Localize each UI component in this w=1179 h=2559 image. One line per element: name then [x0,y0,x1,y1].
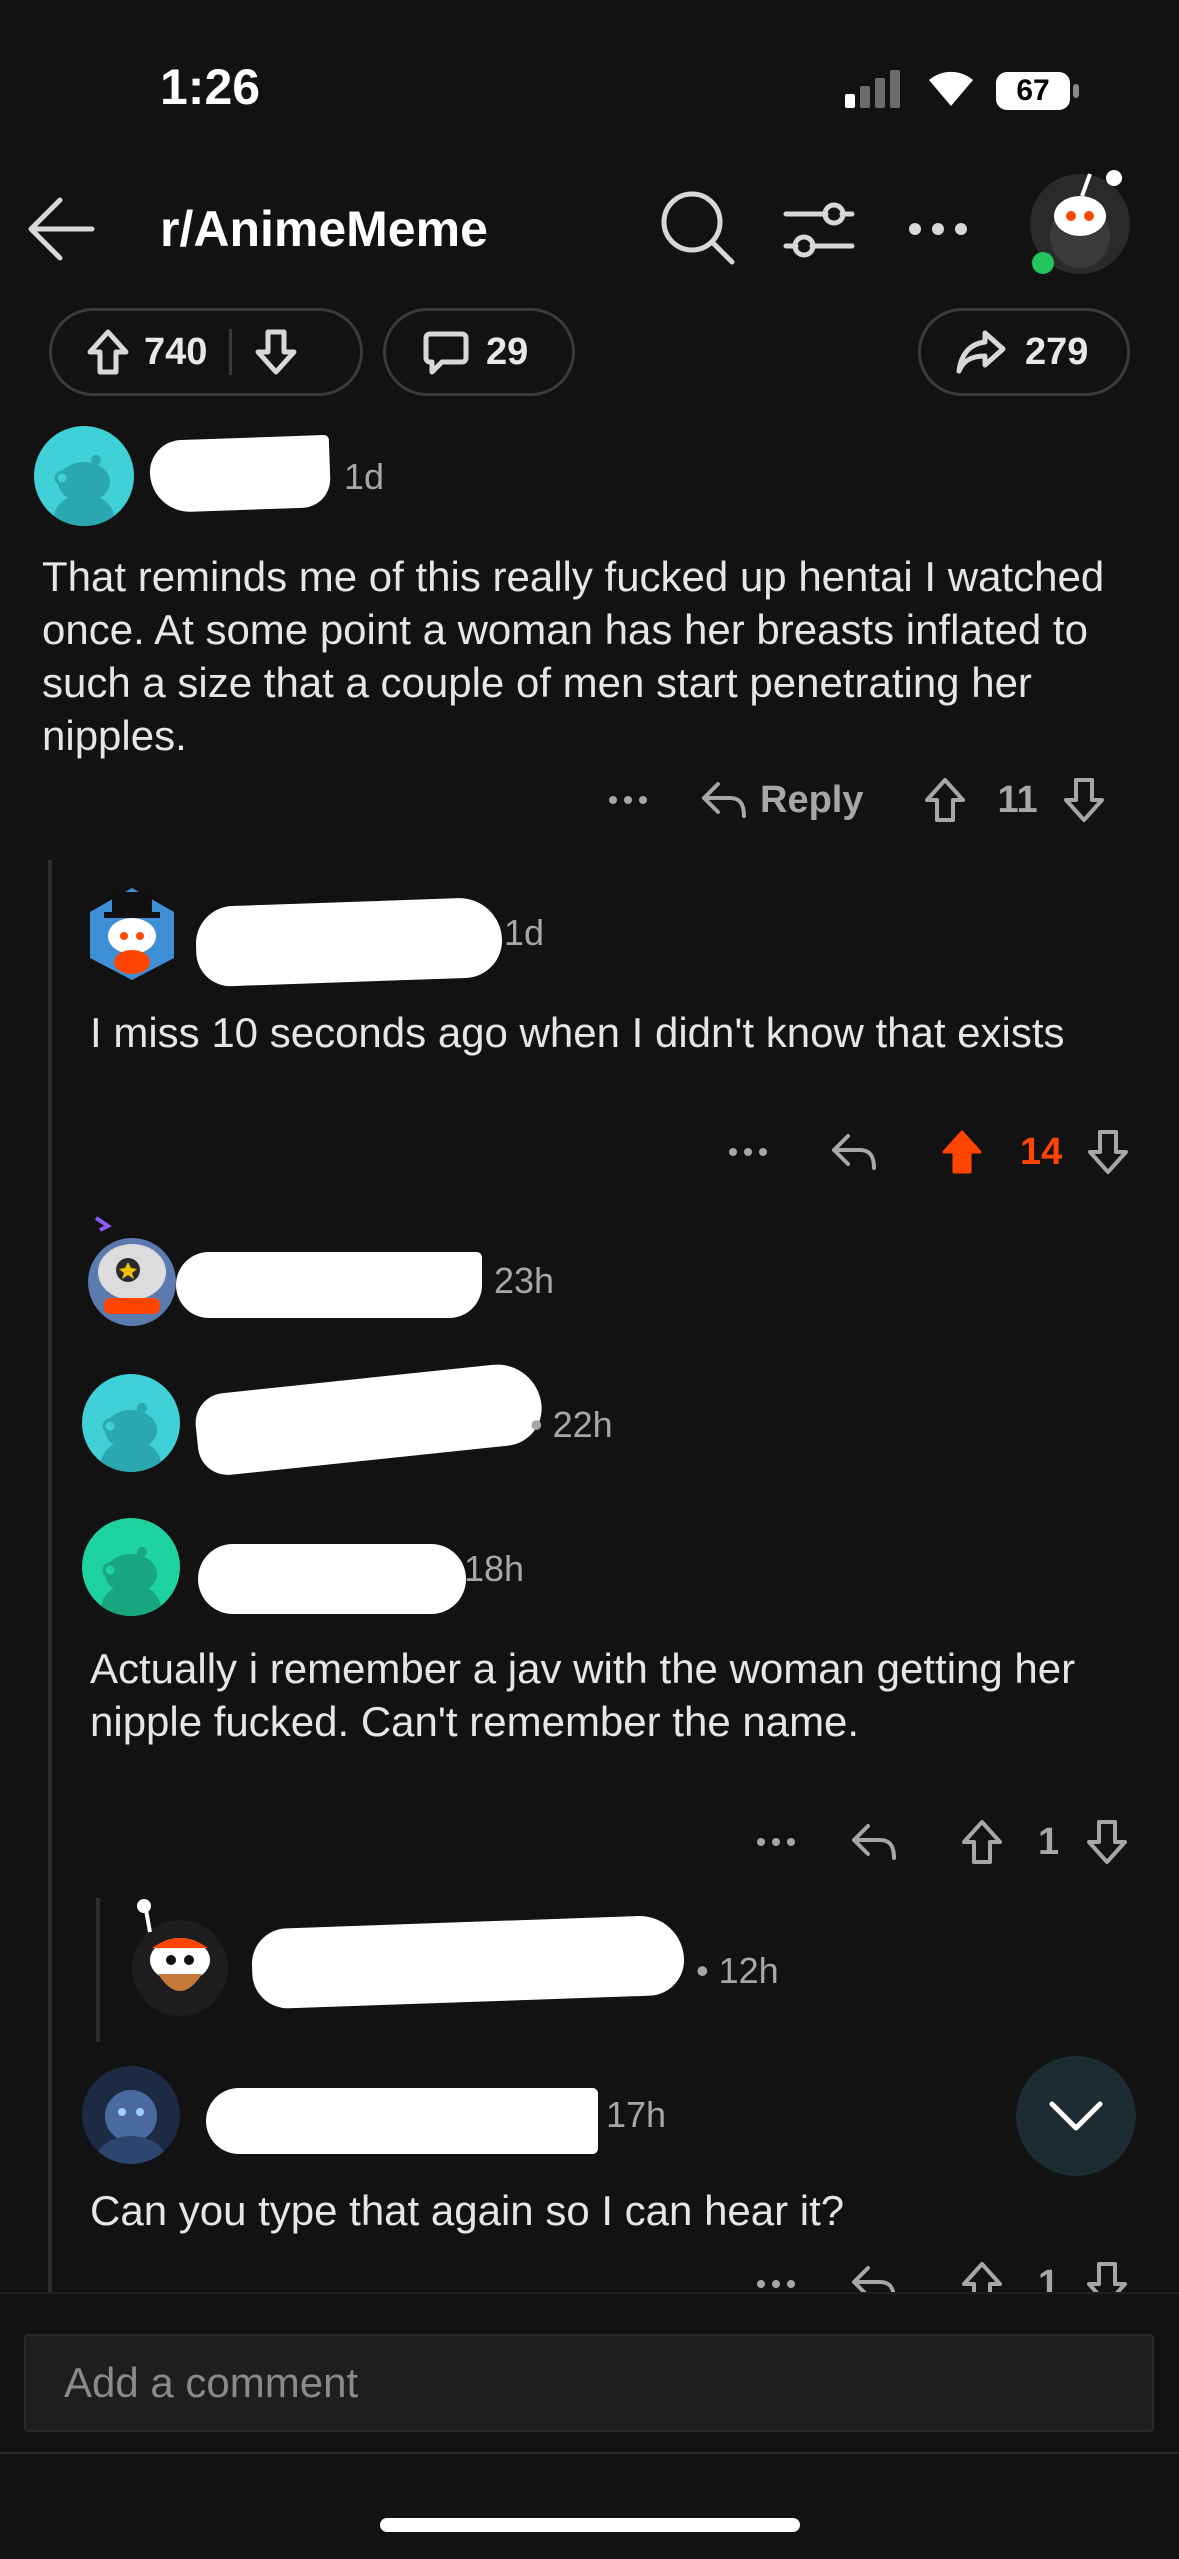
back-button[interactable] [26,196,96,262]
share-button[interactable]: 279 [918,308,1130,396]
redacted-username [250,1914,686,2010]
share-icon [955,329,1007,375]
home-indicator[interactable] [380,2518,800,2532]
thread-line [96,1898,100,2042]
comment-author-avatar[interactable] [130,1898,230,2018]
post-upvote-count: 740 [144,330,208,373]
comment-body: Actually i remember a jav with the woman… [90,1645,1076,1745]
add-comment-input[interactable] [24,2334,1154,2432]
more-options-icon[interactable] [756,1837,796,1847]
downvote-icon[interactable] [1086,1128,1130,1176]
comment-actions: Reply 11 [608,776,1106,824]
upvote-icon-active[interactable] [938,1128,986,1176]
comment-body: I miss 10 seconds ago when I didn't know… [90,1009,1065,1056]
comment-author-avatar[interactable] [82,870,182,980]
search-icon[interactable] [660,190,736,266]
wifi-icon [925,64,977,108]
vote-pill: 740 [49,308,363,396]
reply-icon[interactable] [850,1822,898,1862]
vote-score: 1 [1038,1820,1060,1863]
upvote-icon[interactable] [960,1818,1004,1866]
redacted-username [148,434,332,514]
downvote-icon[interactable] [254,328,298,376]
comment-age: 1d [504,912,545,953]
comment-age: • 12h [696,1950,779,1991]
thread-line [48,860,52,2292]
upvote-icon[interactable] [923,776,967,824]
comment-author-avatar[interactable] [34,426,134,526]
redacted-username [192,1360,546,1478]
vote-score: 11 [997,778,1038,821]
divider [0,2452,1179,2454]
downvote-icon[interactable] [1062,776,1106,824]
redacted-username [198,1544,466,1614]
comments-button[interactable]: 29 [383,308,575,396]
comment-bubble-icon [422,328,470,376]
more-options-icon[interactable] [728,1147,768,1157]
comment-body: Can you type that again so I can hear it… [90,2187,845,2234]
battery-level: 67 [1016,74,1050,107]
redacted-username [206,2088,598,2154]
comment-age: • 22h [530,1404,613,1445]
online-status-dot [1032,252,1054,274]
reply-button[interactable]: Reply [760,779,863,822]
redacted-username [194,896,504,988]
filter-icon[interactable] [782,200,856,260]
comment-age: 17h [606,2094,667,2135]
divider [0,2292,1179,2294]
comment-actions: 1 [756,1818,1129,1866]
comment-age: 18h [464,1548,525,1589]
divider [229,329,233,375]
upvote-icon[interactable] [86,328,130,376]
comment-age: 23h [494,1260,555,1301]
user-avatar[interactable] [1030,164,1140,280]
status-time: 1:26 [160,59,261,115]
comment-author-avatar[interactable] [82,1374,180,1472]
downvote-icon[interactable] [1085,1818,1129,1866]
reply-icon[interactable] [830,1132,878,1172]
post-share-count: 279 [1025,330,1089,373]
post-comment-count: 29 [486,330,529,373]
next-comment-button[interactable] [1016,2056,1136,2176]
subreddit-title[interactable]: r/AnimeMeme [160,200,488,258]
comment-body: That reminds me of this really fucked up… [42,553,1105,759]
battery-icon: 67 [996,70,1080,112]
comment-actions: 14 [728,1128,1130,1176]
cellular-signal-icon [845,68,905,108]
more-options-icon[interactable] [756,2279,796,2289]
redacted-username [176,1252,482,1318]
comment-age: 1d [344,456,385,497]
more-options-icon[interactable] [608,795,648,805]
more-options-icon[interactable] [908,222,968,236]
comment-author-avatar[interactable] [82,1212,182,1330]
comment-author-avatar[interactable] [82,1518,180,1616]
reply-icon[interactable] [700,780,748,820]
comment-author-avatar[interactable] [82,2066,180,2164]
vote-score: 14 [1020,1130,1063,1173]
